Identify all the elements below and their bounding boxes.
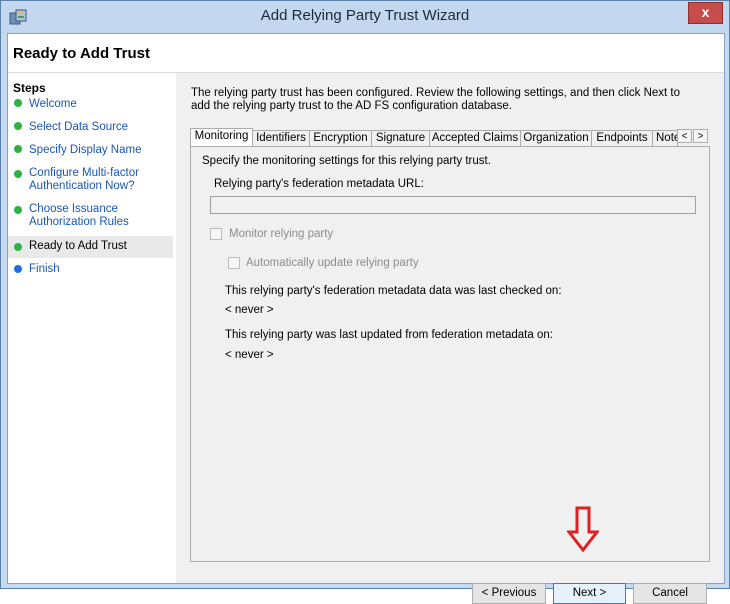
- tab-signature[interactable]: Signature: [371, 130, 430, 146]
- page-title: Ready to Add Trust: [13, 45, 150, 62]
- step-configure-mfa[interactable]: Configure Multi-factor Authentication No…: [8, 165, 173, 195]
- cancel-button[interactable]: Cancel: [633, 583, 707, 604]
- step-complete-icon: [14, 206, 22, 214]
- last-checked-value: < never >: [225, 304, 274, 316]
- tab-organization[interactable]: Organization: [520, 130, 592, 146]
- tab-identifiers[interactable]: Identifiers: [252, 130, 310, 146]
- step-welcome[interactable]: Welcome: [8, 96, 173, 113]
- wizard-header: Ready to Add Trust: [8, 34, 724, 73]
- intro-text: The relying party trust has been configu…: [191, 87, 681, 112]
- title-bar[interactable]: Add Relying Party Trust Wizard x: [1, 1, 729, 33]
- down-arrow-annotation-icon: [567, 506, 599, 552]
- monitoring-tab-panel: Specify the monitoring settings for this…: [190, 146, 710, 562]
- next-button[interactable]: Next >: [553, 583, 626, 604]
- monitoring-description: Specify the monitoring settings for this…: [202, 155, 491, 167]
- tab-endpoints[interactable]: Endpoints: [591, 130, 653, 146]
- metadata-url-field[interactable]: [210, 196, 696, 214]
- tab-notes[interactable]: Note: [652, 130, 678, 146]
- step-finish[interactable]: Finish: [8, 261, 173, 278]
- step-label: Choose Issuance Authorization Rules: [29, 203, 129, 228]
- step-select-data-source[interactable]: Select Data Source: [8, 119, 173, 136]
- window-title: Add Relying Party Trust Wizard: [260, 7, 470, 24]
- monitor-relying-party-checkbox[interactable]: [210, 228, 222, 240]
- auto-update-checkbox[interactable]: [228, 257, 240, 269]
- step-label: Configure Multi-factor Authentication No…: [29, 167, 139, 192]
- previous-button[interactable]: < Previous: [472, 583, 546, 604]
- steps-panel: Steps Welcome Select Data Source Specify…: [8, 73, 176, 583]
- step-label: Select Data Source: [29, 121, 129, 133]
- monitor-relying-party-label: Monitor relying party: [229, 228, 334, 240]
- wizard-window: Add Relying Party Trust Wizard x Ready t…: [0, 0, 730, 604]
- step-label: Ready to Add Trust: [29, 240, 127, 252]
- tab-accepted-claims[interactable]: Accepted Claims: [429, 130, 521, 146]
- step-label: Finish: [29, 263, 60, 275]
- step-ready-to-add-trust[interactable]: Ready to Add Trust: [8, 236, 173, 258]
- tab-scroll-left-button[interactable]: <: [677, 129, 692, 143]
- steps-heading: Steps: [13, 81, 46, 95]
- tab-monitoring[interactable]: Monitoring: [190, 128, 253, 147]
- last-checked-label: This relying party's federation metadata…: [225, 285, 562, 297]
- step-label: Specify Display Name: [29, 144, 142, 156]
- auto-update-label: Automatically update relying party: [246, 257, 419, 269]
- last-updated-label: This relying party was last updated from…: [225, 329, 553, 341]
- wizard-client-area: Ready to Add Trust Steps Welcome Select …: [7, 33, 725, 604]
- step-complete-icon: [14, 99, 22, 107]
- tab-strip: Monitoring Identifiers Encryption Signat…: [190, 128, 710, 147]
- step-complete-icon: [14, 122, 22, 130]
- step-label: Welcome: [29, 98, 77, 110]
- step-complete-icon: [14, 145, 22, 153]
- step-pending-icon: [14, 265, 22, 273]
- step-complete-icon: [14, 243, 22, 251]
- step-specify-display-name[interactable]: Specify Display Name: [8, 142, 173, 159]
- tab-scroll-right-button[interactable]: >: [693, 129, 708, 143]
- tab-encryption[interactable]: Encryption: [309, 130, 372, 146]
- last-updated-value: < never >: [225, 349, 274, 361]
- step-complete-icon: [14, 170, 22, 178]
- content-panel: The relying party trust has been configu…: [177, 73, 724, 604]
- step-choose-issuance-rules[interactable]: Choose Issuance Authorization Rules: [8, 201, 173, 231]
- metadata-url-label: Relying party's federation metadata URL:: [214, 178, 424, 190]
- close-button[interactable]: x: [688, 2, 723, 24]
